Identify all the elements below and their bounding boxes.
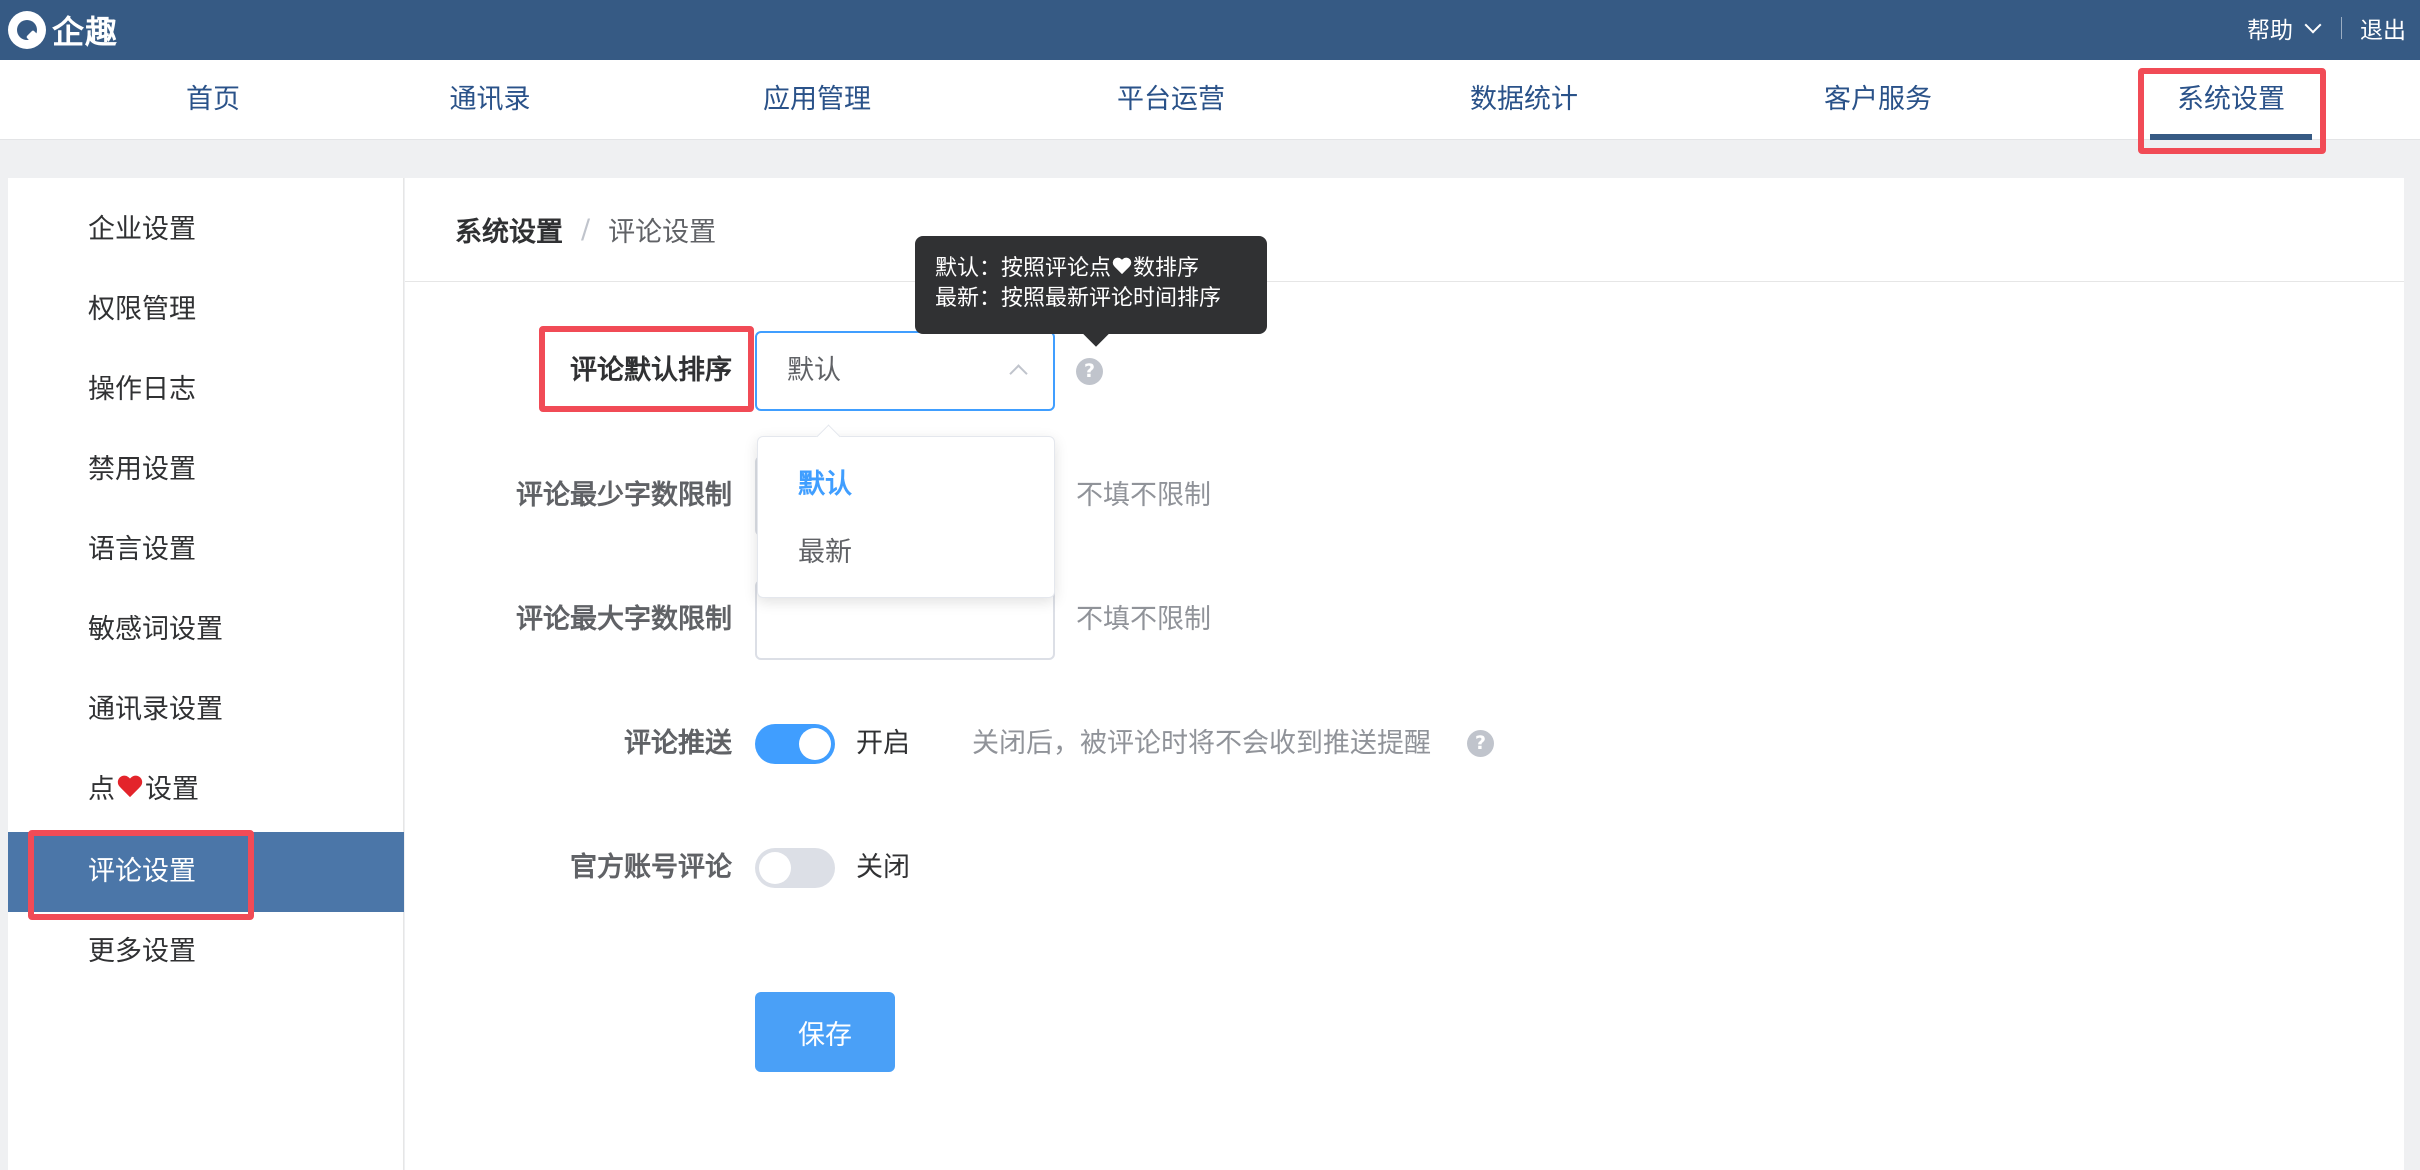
sidebar-item-contacts-settings[interactable]: 通讯录设置 [8, 670, 404, 750]
sort-option-default[interactable]: 默认 [758, 451, 1056, 519]
push-state: 开启 [856, 728, 910, 759]
nav-contacts[interactable]: 通讯录 [430, 60, 550, 140]
nav-app-management[interactable]: 应用管理 [754, 60, 880, 140]
sidebar-item-label-suffix: 设置 [145, 774, 199, 805]
heart-icon [117, 776, 143, 800]
push-toggle[interactable] [755, 724, 835, 764]
sort-help-icon[interactable]: ? [1076, 358, 1103, 385]
sidebar-item-language[interactable]: 语言设置 [8, 510, 404, 590]
min-length-hint: 不填不限制 [1076, 480, 1211, 511]
max-length-label: 评论最大字数限制 [516, 604, 732, 635]
tooltip-line-1: 默认：按照评论点 数排序 [935, 256, 1200, 281]
toggle-knob [759, 852, 791, 884]
official-toggle[interactable] [755, 848, 835, 888]
tooltip-line-2: 最新：按照最新评论时间排序 [935, 286, 1222, 311]
help-menu[interactable]: 帮助 [2247, 11, 2322, 45]
sort-label: 评论默认排序 [570, 355, 732, 386]
sidebar-item-permissions[interactable]: 权限管理 [8, 270, 404, 350]
push-help-icon[interactable]: ? [1467, 730, 1494, 757]
toggle-knob [799, 728, 831, 760]
sort-select-value: 默认 [787, 355, 841, 386]
push-label: 评论推送 [624, 728, 732, 759]
sort-tooltip: 默认：按照评论点 数排序 最新：按照最新评论时间排序 [915, 236, 1267, 334]
logout-link[interactable]: 退出 [2360, 11, 2406, 45]
chevron-down-icon [2304, 16, 2322, 34]
sort-dropdown: 默认 最新 [757, 436, 1055, 598]
sidebar-item-enterprise[interactable]: 企业设置 [8, 190, 404, 270]
heart-icon [1112, 258, 1132, 276]
sort-option-latest[interactable]: 最新 [758, 519, 1056, 587]
breadcrumb-current: 评论设置 [608, 217, 717, 248]
content-panel: 系统设置 / 评论设置 [405, 178, 2404, 1170]
main-nav: 首页 通讯录 应用管理 平台运营 数据统计 客户服务 系统设置 [0, 60, 2420, 140]
logo-icon [8, 11, 46, 49]
sidebar-item-operation-log[interactable]: 操作日志 [8, 350, 404, 430]
breadcrumb: 系统设置 / 评论设置 [405, 178, 2404, 282]
app-name: 企趣 [52, 13, 119, 51]
min-length-label: 评论最少字数限制 [516, 480, 732, 511]
header-actions: 帮助 退出 [2247, 0, 2406, 56]
header-divider [2341, 17, 2342, 39]
nav-customer-service[interactable]: 客户服务 [1815, 60, 1941, 140]
save-button[interactable]: 保存 [755, 992, 895, 1072]
sidebar-item-sensitive-words[interactable]: 敏感词设置 [8, 590, 404, 670]
breadcrumb-separator: / [581, 214, 591, 245]
sidebar-item-label-prefix: 点 [88, 774, 115, 805]
nav-platform-operations[interactable]: 平台运营 [1108, 60, 1234, 140]
top-header: 企趣 帮助 退出 [0, 0, 2420, 60]
max-length-hint: 不填不限制 [1076, 604, 1211, 635]
sidebar-item-comment-settings[interactable]: 评论设置 [8, 832, 404, 912]
nav-home[interactable]: 首页 [165, 60, 261, 140]
push-hint: 关闭后，被评论时将不会收到推送提醒 [972, 728, 1431, 759]
nav-system-settings[interactable]: 系统设置 [2150, 60, 2312, 140]
official-label: 官方账号评论 [570, 852, 732, 883]
help-label: 帮助 [2247, 18, 2293, 44]
breadcrumb-root[interactable]: 系统设置 [455, 210, 563, 249]
sort-select[interactable]: 默认 [755, 331, 1055, 411]
sidebar-item-like-settings[interactable]: 点设置 [8, 750, 404, 830]
sidebar-item-ban[interactable]: 禁用设置 [8, 430, 404, 510]
sidebar: 企业设置 权限管理 操作日志 禁用设置 语言设置 敏感词设置 通讯录设置 点设置… [8, 178, 404, 1170]
app-logo[interactable]: 企趣 [8, 9, 118, 51]
nav-data-statistics[interactable]: 数据统计 [1461, 60, 1587, 140]
sidebar-item-more-settings[interactable]: 更多设置 [8, 912, 404, 992]
official-state: 关闭 [856, 852, 910, 883]
chevron-up-icon [1009, 364, 1028, 383]
